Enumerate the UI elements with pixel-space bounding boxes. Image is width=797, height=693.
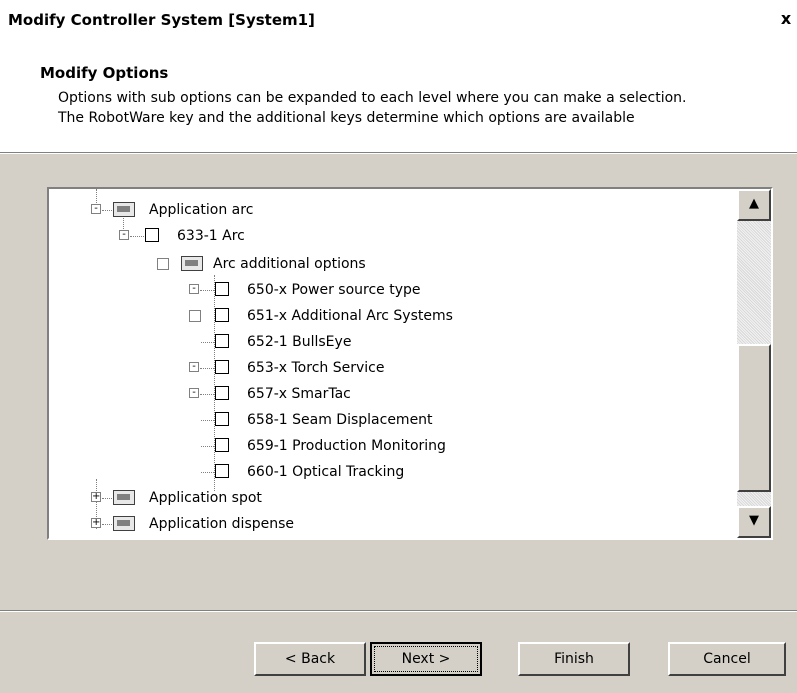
- tree-item-application-dispense[interactable]: + Application dispense: [49, 511, 729, 537]
- header-description: Options with sub options can be expanded…: [58, 90, 687, 126]
- tree-item-label: Application dispense: [149, 516, 295, 532]
- next-button[interactable]: Next >: [370, 642, 482, 676]
- tree-item-label: 657-x SmarTac: [247, 386, 351, 402]
- tree-item-label: Application arc: [149, 202, 254, 218]
- tree-connector: [200, 394, 214, 395]
- tree-item-label: Application spot: [149, 490, 262, 506]
- tree-item-label: 633-1 Arc: [177, 228, 245, 244]
- expand-icon[interactable]: +: [91, 518, 101, 528]
- collapse-icon[interactable]: -: [189, 284, 199, 294]
- scroll-down-button[interactable]: ▼: [737, 506, 771, 538]
- tree-item-label: 660-1 Optical Tracking: [247, 464, 405, 480]
- application-folder-icon: [113, 516, 135, 531]
- collapse-icon[interactable]: -: [119, 230, 129, 240]
- scrollbar-thumb[interactable]: [737, 344, 771, 492]
- scroll-up-button[interactable]: ▲: [737, 189, 771, 221]
- tree-item-651-x[interactable]: 651-x Additional Arc Systems: [49, 303, 729, 329]
- tree-item-label: 659-1 Production Monitoring: [247, 438, 446, 454]
- tree-connector: [102, 524, 112, 525]
- tree-item-633-1-arc[interactable]: - 633-1 Arc: [49, 223, 729, 249]
- option-checkbox[interactable]: [215, 464, 229, 478]
- tree-connector: [102, 498, 112, 499]
- option-checkbox[interactable]: [145, 228, 159, 242]
- option-checkbox[interactable]: [215, 386, 229, 400]
- tree-connector: [201, 446, 214, 447]
- tree-item-652-1[interactable]: 652-1 BullsEye: [49, 329, 729, 355]
- tree-item-650-x[interactable]: - 650-x Power source type: [49, 277, 729, 303]
- option-checkbox[interactable]: [215, 412, 229, 426]
- tree-item-label: 658-1 Seam Displacement: [247, 412, 433, 428]
- tree-item-label: Arc additional options: [213, 256, 366, 272]
- tree-connector: [201, 472, 214, 473]
- tree-item-653-x[interactable]: - 653-x Torch Service: [49, 355, 729, 381]
- tree-connector: [130, 236, 144, 237]
- tree-item-application-arc[interactable]: - Application arc: [49, 197, 729, 223]
- tree-connector: [201, 342, 214, 343]
- header-title: Modify Options: [40, 64, 169, 82]
- option-checkbox[interactable]: [215, 308, 229, 322]
- next-button-label: Next >: [374, 646, 478, 672]
- options-folder-icon: [181, 256, 203, 271]
- tree-item-application-spot[interactable]: + Application spot: [49, 485, 729, 511]
- expand-icon[interactable]: +: [91, 492, 101, 502]
- option-checkbox[interactable]: [215, 438, 229, 452]
- collapse-icon[interactable]: -: [189, 362, 199, 372]
- tree-connector: [102, 210, 112, 211]
- tree-item-657-x[interactable]: - 657-x SmarTac: [49, 381, 729, 407]
- application-folder-icon: [113, 202, 135, 217]
- tree-connector: [200, 290, 214, 291]
- window-title: Modify Controller System [System1]: [8, 11, 315, 29]
- vertical-scrollbar[interactable]: ▲ ▼: [737, 189, 771, 538]
- tree-content: - Application arc - 633-1 Arc Arc additi…: [49, 189, 737, 538]
- close-button[interactable]: x: [777, 9, 795, 29]
- option-checkbox[interactable]: [215, 334, 229, 348]
- tree-item-label: 650-x Power source type: [247, 282, 421, 298]
- footer-divider-highlight: [0, 611, 797, 612]
- option-checkbox[interactable]: [215, 360, 229, 374]
- title-bar: Modify Controller System [System1] x: [0, 0, 797, 40]
- options-tree[interactable]: - Application arc - 633-1 Arc Arc additi…: [47, 187, 773, 540]
- tree-item-660-1[interactable]: 660-1 Optical Tracking: [49, 459, 729, 485]
- tree-connector: [200, 368, 214, 369]
- wizard-header: Modify Options Options with sub options …: [0, 40, 797, 153]
- tree-item-label: 652-1 BullsEye: [247, 334, 352, 350]
- header-divider: [0, 153, 797, 154]
- option-checkbox[interactable]: [189, 310, 201, 322]
- tree-item-label: 653-x Torch Service: [247, 360, 385, 376]
- finish-button[interactable]: Finish: [518, 642, 630, 676]
- option-checkbox[interactable]: [215, 282, 229, 296]
- tree-connector: [201, 420, 214, 421]
- tree-item-658-1[interactable]: 658-1 Seam Displacement: [49, 407, 729, 433]
- collapse-icon[interactable]: -: [91, 204, 101, 214]
- application-folder-icon: [113, 490, 135, 505]
- option-checkbox[interactable]: [157, 258, 169, 270]
- tree-item-659-1[interactable]: 659-1 Production Monitoring: [49, 433, 729, 459]
- back-button[interactable]: < Back: [254, 642, 366, 676]
- tree-item-arc-additional-options[interactable]: Arc additional options: [49, 251, 729, 277]
- tree-item-label: 651-x Additional Arc Systems: [247, 308, 453, 324]
- collapse-icon[interactable]: -: [189, 388, 199, 398]
- cancel-button[interactable]: Cancel: [668, 642, 786, 676]
